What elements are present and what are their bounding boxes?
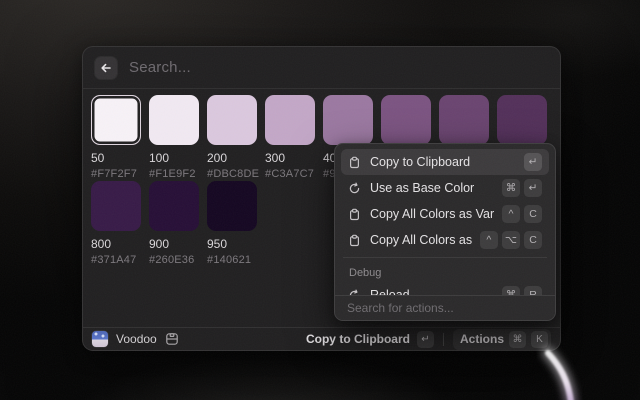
shortcut-keys: ^C	[502, 205, 542, 223]
clipboard-icon	[348, 155, 362, 169]
search-input[interactable]: Search...	[129, 59, 191, 76]
action-label: Copy All Colors as JSON	[370, 233, 472, 247]
clipboard-icon	[348, 207, 362, 221]
footer-divider	[443, 333, 444, 346]
swatch-hex: #F1E9F2	[149, 168, 199, 180]
clipboard-icon	[348, 233, 362, 247]
swatch-cell: 950 #140621	[207, 181, 257, 266]
color-swatch-900[interactable]	[149, 181, 199, 231]
section-label-debug: Debug	[341, 262, 549, 282]
color-swatch-800[interactable]	[91, 181, 141, 231]
swatch-hex: #F7F2F7	[91, 168, 141, 180]
k-keycap: K	[531, 331, 548, 348]
keycap: ⌘	[502, 179, 520, 197]
search-bar: Search...	[83, 47, 560, 89]
color-swatch[interactable]	[381, 95, 431, 145]
color-swatch[interactable]	[439, 95, 489, 145]
rotate-icon	[348, 181, 362, 195]
action-label: Reload	[370, 288, 494, 295]
swatch-cell: 800 #371A47	[91, 181, 141, 266]
actions-button[interactable]: Actions ⌘ K	[453, 329, 551, 350]
swatch-hex: #371A47	[91, 254, 141, 266]
swatch-label: 950	[207, 237, 257, 251]
color-swatch-100[interactable]	[149, 95, 199, 145]
swatch-hex: #140621	[207, 254, 257, 266]
swatch-label: 50	[91, 151, 141, 165]
color-swatch-200[interactable]	[207, 95, 257, 145]
swatch-cell: 50 #F7F2F7	[91, 95, 141, 180]
color-swatch-950[interactable]	[207, 181, 257, 231]
keycap: ⌥	[502, 231, 520, 249]
shortcut-keys: ⌘R	[502, 286, 542, 295]
action-item[interactable]: Copy to Clipboard ↵	[341, 149, 549, 175]
actions-list: Copy to Clipboard↵Use as Base Color⌘↵Cop…	[335, 144, 555, 295]
action-label: Copy All Colors as Variable Declara...	[370, 207, 494, 221]
swatch-hex: #260E36	[149, 254, 199, 266]
swatch-label: 800	[91, 237, 141, 251]
action-label: Copy to Clipboard	[370, 155, 516, 169]
color-swatch-400[interactable]	[323, 95, 373, 145]
actions-label: Actions	[460, 332, 504, 346]
swatch-cell: 100 #F1E9F2	[149, 95, 199, 180]
voodoo-palette-icon	[92, 331, 108, 347]
primary-action-label[interactable]: Copy to Clipboard	[306, 332, 410, 346]
palette-row-2: 800 #371A47 900 #260E36 950 #140621	[91, 181, 257, 266]
swatch-cell: 200 #DBC8DE	[207, 95, 257, 180]
swatch-cell: 300 #C3A7C7	[265, 95, 315, 180]
enter-keycap: ↵	[417, 331, 434, 348]
action-item[interactable]: Copy All Colors as Variable Declara... ^C	[341, 201, 549, 227]
keycap: ^	[502, 205, 520, 223]
swatch-hex: #C3A7C7	[265, 168, 315, 180]
action-item[interactable]: Use as Base Color ⌘↵	[341, 175, 549, 201]
keycap: ^	[480, 231, 498, 249]
rotate-icon	[348, 288, 362, 295]
app-name: Voodoo	[116, 332, 157, 346]
swatch-cell: 900 #260E36	[149, 181, 199, 266]
action-item[interactable]: Copy All Colors as JSON ^⌥C	[341, 227, 549, 253]
shortcut-keys: ↵	[524, 153, 542, 171]
shortcut-keys: ^⌥C	[480, 231, 542, 249]
command-keycap: ⌘	[509, 331, 526, 348]
swatch-label: 100	[149, 151, 199, 165]
actions-panel: Copy to Clipboard↵Use as Base Color⌘↵Cop…	[334, 143, 556, 321]
back-button[interactable]	[95, 57, 117, 79]
keycap: C	[524, 231, 542, 249]
color-swatch-300[interactable]	[265, 95, 315, 145]
actions-search-input[interactable]: Search for actions...	[335, 295, 555, 320]
status-bar: Voodoo Copy to Clipboard ↵ Actions ⌘ K	[83, 327, 560, 350]
action-item[interactable]: Reload⌘R	[341, 282, 549, 295]
arrow-left-icon	[100, 62, 112, 74]
keycap: ⌘	[502, 286, 520, 295]
shortcut-keys: ⌘↵	[502, 179, 542, 197]
keycap: C	[524, 205, 542, 223]
swatch-label: 900	[149, 237, 199, 251]
panel-divider	[343, 257, 547, 258]
color-swatch[interactable]	[497, 95, 547, 145]
voodoo-extension-window: Search... 50 #F7F2F7 100 #F1E9F2 200 #DBC8DE 3…	[82, 46, 561, 351]
swatch-hex: #DBC8DE	[207, 168, 257, 180]
swatch-label: 200	[207, 151, 257, 165]
keycap: ↵	[524, 179, 542, 197]
keycap: ↵	[524, 153, 542, 171]
swatch-label: 300	[265, 151, 315, 165]
color-swatch-50[interactable]	[91, 95, 141, 145]
keycap: R	[524, 286, 542, 295]
action-label: Use as Base Color	[370, 181, 494, 195]
desktop-background: Search... 50 #F7F2F7 100 #F1E9F2 200 #DBC8DE 3…	[0, 0, 640, 400]
save-icon[interactable]	[165, 332, 179, 346]
